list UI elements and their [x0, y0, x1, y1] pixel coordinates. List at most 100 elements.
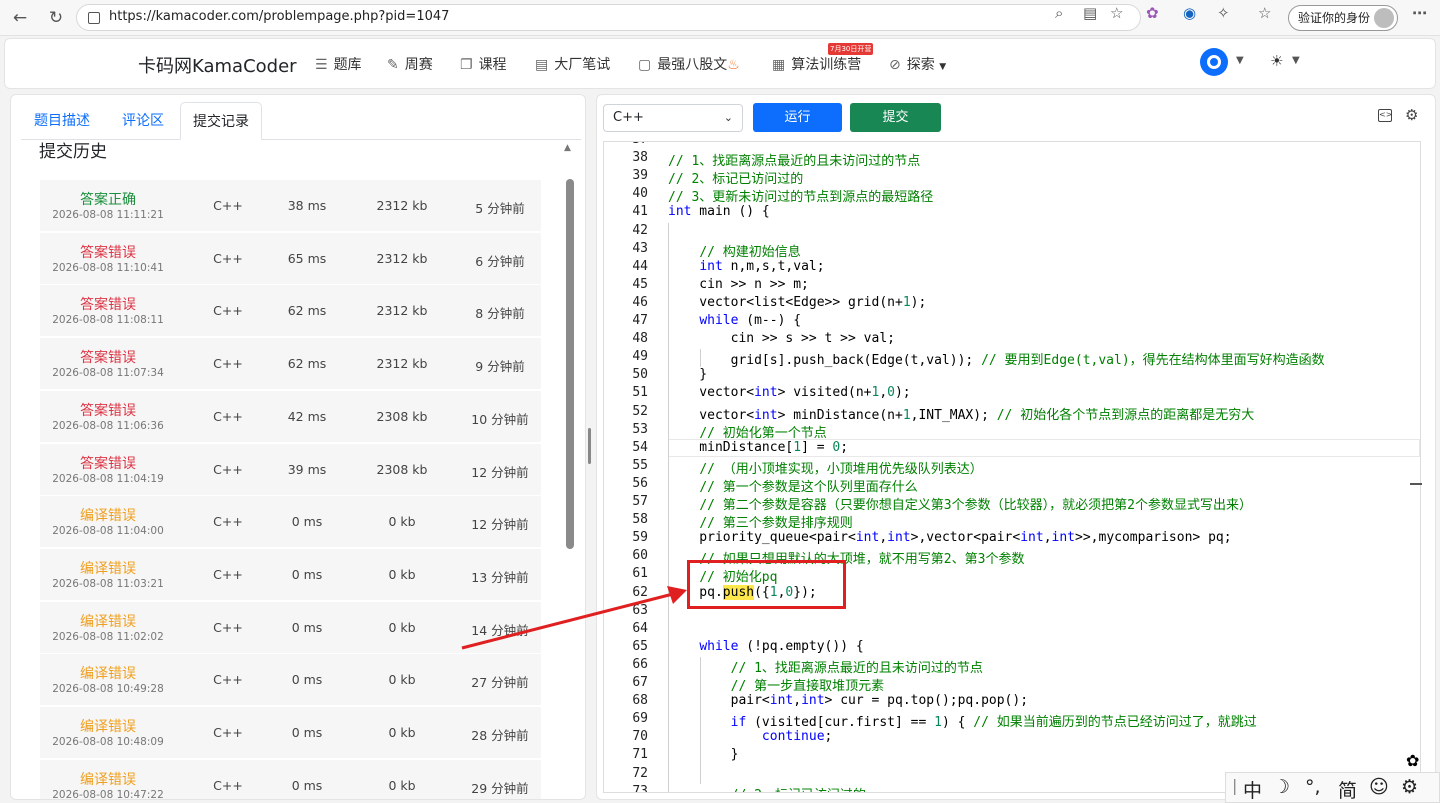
submission-status: 答案错误 [80, 244, 136, 261]
nav-eight-part[interactable]: ▢ 最强八股文♨ [638, 54, 740, 74]
code-line[interactable]: cin >> n >> m; [668, 277, 809, 292]
code-line[interactable]: while (!pq.empty()) { [668, 639, 863, 654]
code-line[interactable]: } [668, 747, 739, 762]
code-line[interactable]: } [668, 367, 707, 382]
code-line[interactable]: if (visited[cur.first] == 1) { // 如果当前遍历… [668, 711, 1257, 730]
submission-runtime: 0 ms [291, 672, 323, 688]
copilot-floating-icon[interactable]: ✿ [1406, 751, 1432, 773]
code-line[interactable]: cin >> s >> t >> val; [668, 331, 895, 346]
ime-simplified[interactable]: 简 [1338, 776, 1357, 803]
code-line[interactable]: // 初始化第一个节点 [668, 422, 826, 441]
code-line[interactable]: vector<int> minDistance(n+1,INT_MAX); //… [668, 404, 1254, 423]
code-line[interactable]: // 第二个参数是容器（只要你想自定义第3个参数（比较器），就必须把第2个参数显… [668, 494, 1252, 513]
submission-row[interactable]: 答案错误 2026-08-08 11:04:19 C++ 39 ms 2308 kb 12… [40, 442, 541, 495]
code-line[interactable]: // 2、标记已访问过的 [668, 168, 803, 187]
nav-weekly[interactable]: ✎ 周赛 [387, 54, 433, 74]
book-icon: ▢ [638, 57, 652, 73]
language-select[interactable]: C++ ⌄ [603, 104, 743, 132]
code-line[interactable]: continue; [668, 729, 832, 744]
line-number: 56 [632, 475, 648, 491]
code-line[interactable]: priority_queue<pair<int,int>,vector<pair… [668, 530, 1231, 545]
submission-language: C++ [213, 408, 243, 424]
tab-submissions[interactable]: 提交记录 [180, 102, 262, 140]
emoji-icon[interactable]: ☺ [1369, 776, 1389, 798]
left-panel: 题目描述 评论区 提交记录 提交历史 ▲ 答案正确 2026-08-08 11:1… [10, 94, 586, 800]
tab-comments[interactable]: 评论区 [110, 102, 176, 140]
moon-icon[interactable]: ☽ [1273, 776, 1290, 798]
submission-row[interactable]: 答案正确 2026-08-08 11:11:21 C++ 38 ms 2312 kb 5 … [40, 179, 541, 231]
verify-identity-button[interactable]: 验证你的身份 [1288, 5, 1398, 31]
gear-icon[interactable]: ⚙ [1405, 106, 1418, 124]
submission-runtime: 38 ms [287, 198, 327, 213]
annotation-box [687, 560, 846, 609]
left-scrollbar[interactable] [566, 179, 574, 549]
submission-row[interactable]: 答案错误 2026-08-08 11:08:11 C++ 62 ms 2312 kb 8 … [40, 284, 541, 337]
code-line[interactable]: vector<int> visited(n+1,0); [668, 385, 910, 400]
code-line[interactable]: int main () { [668, 204, 770, 219]
code-line[interactable]: vector<list<Edge>> grid(n+1); [668, 295, 926, 310]
submission-row[interactable]: 答案错误 2026-08-08 11:06:36 C++ 42 ms 2308 kb 10… [40, 389, 541, 442]
ime-settings-icon[interactable]: ⚙ [1401, 776, 1418, 798]
favorite-star-icon[interactable]: ☆ [1110, 4, 1123, 22]
code-line[interactable]: // 1、找距离源点最近的且未访问过的节点 [668, 150, 920, 169]
extension-icon[interactable]: ◉ [1183, 4, 1196, 22]
line-number: 42 [632, 222, 648, 238]
line-number: 72 [632, 765, 648, 781]
ime-punctuation[interactable]: °, [1305, 776, 1321, 798]
copilot-icon[interactable]: ✿ [1146, 4, 1159, 22]
nav-courses[interactable]: ❐ 课程 [460, 54, 507, 74]
user-power-icon[interactable] [1200, 48, 1228, 76]
zoom-icon[interactable]: ⌕ [1055, 4, 1063, 22]
submission-row[interactable]: 编译错误 2026-08-08 10:47:22 C++ 0 ms 0 kb 29 分钟前 [40, 758, 541, 799]
brand-logo[interactable]: 卡码网KamaCoder [138, 52, 297, 78]
submission-status: 答案正确 [80, 192, 136, 208]
code-brackets-icon[interactable]: <> [1378, 109, 1392, 122]
line-number: 47 [632, 313, 648, 328]
submission-runtime: 62 ms [287, 356, 327, 372]
code-line[interactable]: while (m--) { [668, 313, 801, 328]
code-line[interactable]: // 第一个参数是这个队列里面存什么 [668, 476, 917, 495]
reader-icon[interactable]: ▤ [1083, 4, 1097, 22]
submission-row[interactable]: 编译错误 2026-08-08 11:04:00 C++ 0 ms 0 kb 12 分钟前 [40, 495, 541, 548]
drag-handle[interactable]: | [1232, 776, 1237, 795]
line-number: 39 [632, 168, 648, 184]
sun-icon[interactable]: ☀ [1270, 52, 1283, 70]
code-line[interactable]: // 1、找距离源点最近的且未访问过的节点 [668, 657, 983, 676]
code-line[interactable]: // 2、标记已访问过的 [668, 784, 866, 792]
submission-row[interactable]: 编译错误 2026-08-08 10:48:09 C++ 0 ms 0 kb 28 分钟前 [40, 706, 541, 758]
code-line[interactable]: int n,m,s,t,val; [668, 259, 824, 274]
submit-button[interactable]: 提交 [850, 103, 941, 132]
puzzle-icon[interactable]: ✧ [1217, 4, 1230, 22]
code-line[interactable]: // 3、更新未访问过的节点到源点的最短路径 [668, 186, 933, 205]
url-text[interactable]: https://kamacoder.com/problempage.php?pi… [109, 9, 449, 24]
submission-row[interactable]: 答案错误 2026-08-08 11:07:34 C++ 62 ms 2312 kb 9 … [40, 337, 541, 390]
code-line[interactable]: minDistance[1] = 0; [668, 440, 848, 455]
nav-written-tests[interactable]: ▤ 大厂笔试 [535, 54, 610, 74]
camp-badge: 7月30日开营 [828, 43, 874, 55]
run-button[interactable]: 运行 [753, 103, 842, 132]
more-icon[interactable]: ⋯ [1412, 4, 1427, 22]
address-bar[interactable]: https://kamacoder.com/problempage.php?pi… [76, 4, 1141, 31]
code-editor[interactable]: 37 38 // 1、找距离源点最近的且未访问过的节点 39 // 2、标记已访问过的 4… [603, 141, 1421, 793]
submission-time: 2026-08-08 11:06:36 [52, 419, 164, 432]
theme-caret-icon[interactable]: ▼ [1292, 55, 1300, 66]
submission-row[interactable]: 答案错误 2026-08-08 11:10:41 C++ 65 ms 2312 kb 6 … [40, 231, 541, 284]
code-line[interactable]: // 第三个参数是排序规则 [668, 512, 852, 531]
scroll-up-icon[interactable]: ▲ [564, 143, 571, 153]
submission-status: 答案错误 [80, 455, 136, 472]
nav-explore[interactable]: ⊘ 探索 ▼ [889, 54, 946, 74]
favorites-icon[interactable]: ☆ [1258, 4, 1271, 22]
ime-chinese-mode[interactable]: 中 [1243, 776, 1262, 803]
user-caret-icon[interactable]: ▼ [1236, 55, 1244, 66]
back-icon[interactable]: ← [8, 6, 32, 30]
nav-training-camp[interactable]: ▦ 算法训练营 [772, 54, 861, 74]
code-line[interactable]: // 构建初始信息 [668, 241, 800, 260]
panel-resize-handle[interactable] [588, 428, 591, 464]
reload-icon[interactable]: ↻ [44, 6, 68, 30]
nav-problems[interactable]: ☰ 题库 [315, 54, 362, 74]
code-line[interactable]: grid[s].push_back(Edge(t,val)); // 要用到Ed… [668, 349, 1325, 368]
tab-description[interactable]: 题目描述 [22, 102, 102, 140]
code-line[interactable]: pair<int,int> cur = pq.top();pq.pop(); [668, 693, 1028, 708]
line-number: 55 [632, 457, 648, 473]
code-line[interactable]: // （用小顶堆实现，小顶堆用优先级队列表达） [668, 458, 982, 477]
